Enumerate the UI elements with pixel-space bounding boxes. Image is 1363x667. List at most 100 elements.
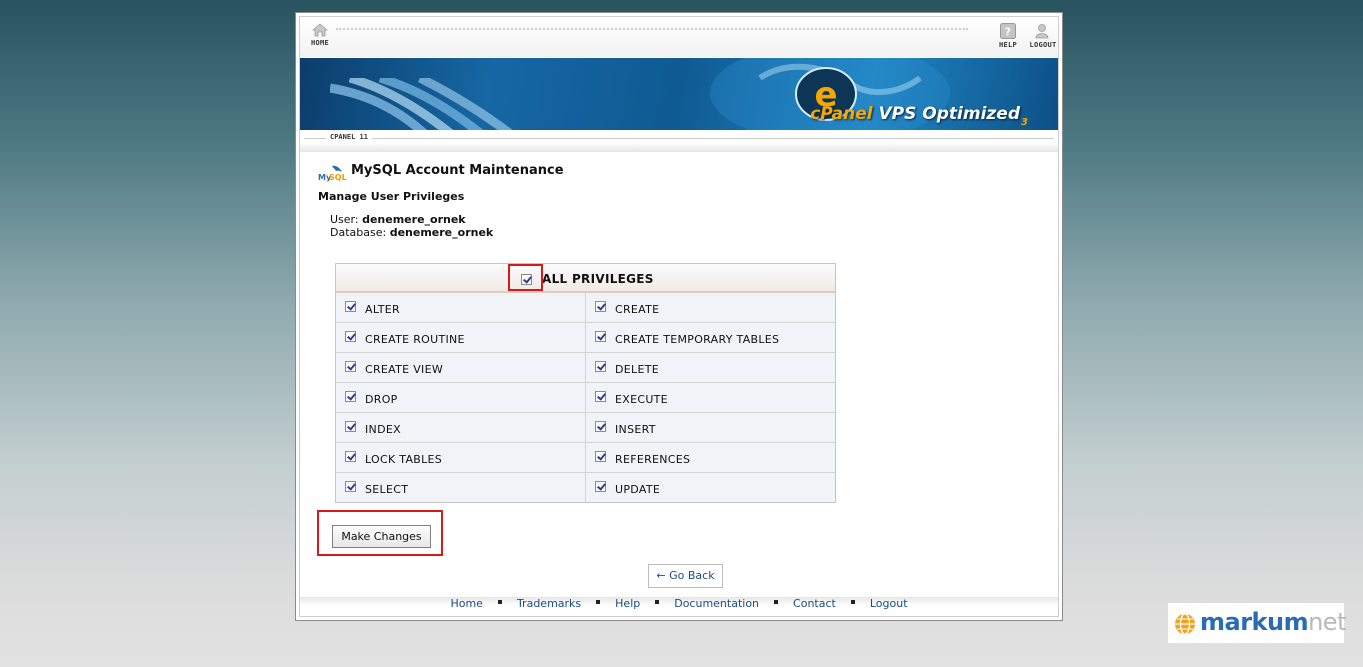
banner-product: cPanel VPS Optimized [810, 104, 1020, 124]
database-value: denemere_ornek [389, 226, 494, 239]
network-cables-graphic [330, 78, 513, 130]
page-subtitle: Manage User Privileges [318, 190, 465, 203]
svg-text:?: ? [1005, 26, 1011, 39]
privilege-checkbox[interactable] [595, 361, 606, 372]
privilege-checkbox[interactable] [595, 451, 606, 462]
privilege-row: INDEX INSERT [336, 412, 835, 442]
highlight-all-privileges [508, 264, 543, 291]
privilege-label: LOCK TABLES [365, 453, 443, 466]
privilege-label: CREATE VIEW [365, 363, 444, 376]
database-info: Database: denemere_ornek [330, 226, 493, 239]
footer-link-contact[interactable]: Contact [793, 597, 836, 610]
markum-brand: markum [1200, 608, 1309, 636]
footer-separator [850, 600, 855, 604]
footer-link-help[interactable]: Help [615, 597, 640, 610]
privilege-checkbox-wrap [595, 361, 606, 375]
privilege-checkbox[interactable] [595, 481, 606, 492]
user-label: User: [330, 213, 359, 226]
version-strip: CPANEL 11 [300, 130, 1058, 152]
nav-logout-label: LOGOUT [1029, 41, 1057, 49]
database-label: Database: [330, 226, 387, 239]
privilege-label: EXECUTE [615, 393, 668, 406]
privilege-cell: SELECT [336, 473, 585, 502]
svg-text:SQL: SQL [329, 173, 347, 182]
privilege-checkbox-wrap [345, 421, 356, 435]
privilege-checkbox-wrap [345, 331, 356, 345]
privilege-checkbox-wrap [595, 301, 606, 315]
cpanel-frame: HOME ? HELP LOGOUT e cPanel VPS Optimize… [299, 16, 1059, 617]
user-value: denemere_ornek [362, 213, 466, 226]
privilege-row: SELECT UPDATE [336, 472, 835, 502]
privilege-label: DROP [365, 393, 398, 406]
privilege-row: LOCK TABLES REFERENCES [336, 442, 835, 472]
privilege-cell: LOCK TABLES [336, 443, 585, 472]
footer-separator [596, 600, 601, 604]
privilege-cell: UPDATE [585, 473, 835, 502]
privilege-checkbox[interactable] [595, 301, 606, 312]
banner-product-name: VPS Optimized [878, 104, 1021, 124]
cpanel-banner: e cPanel VPS Optimized 3 [300, 58, 1058, 130]
privilege-checkbox-wrap [345, 361, 356, 375]
privilege-checkbox-wrap [345, 451, 356, 465]
privilege-checkbox[interactable] [595, 331, 606, 342]
privilege-row: CREATE ROUTINE CREATE TEMPORARY TABLES [336, 322, 835, 352]
privilege-cell: CREATE TEMPORARY TABLES [585, 323, 835, 352]
privilege-checkbox-wrap [345, 301, 356, 315]
privilege-checkbox[interactable] [595, 421, 606, 432]
markumnet-wordmark: markumnet [1200, 608, 1346, 636]
nav-logout[interactable]: LOGOUT [1023, 23, 1058, 49]
privilege-label: UPDATE [615, 483, 661, 496]
privilege-checkbox[interactable] [345, 391, 356, 402]
privilege-cell: CREATE ROUTINE [336, 323, 585, 352]
footer-link-documentation[interactable]: Documentation [674, 597, 759, 610]
all-privileges-header: ALL PRIVILEGES [336, 264, 835, 293]
privilege-label: ALTER [365, 303, 400, 316]
privilege-label: CREATE TEMPORARY TABLES [615, 333, 780, 346]
globe-logo-icon [1175, 613, 1195, 635]
nav-home[interactable]: HOME [300, 23, 340, 47]
privilege-checkbox[interactable] [595, 391, 606, 402]
top-nav: HOME ? HELP LOGOUT [300, 17, 1058, 57]
make-changes-button[interactable]: Make Changes [332, 525, 431, 548]
privilege-checkbox-wrap [595, 331, 606, 345]
help-icon: ? [1000, 23, 1016, 39]
privilege-cell: INSERT [585, 413, 835, 442]
footer-link-home[interactable]: Home [450, 597, 482, 610]
privilege-checkbox[interactable] [345, 301, 356, 312]
version-label: CPANEL 11 [326, 133, 372, 141]
home-icon [312, 23, 328, 37]
privilege-cell: DROP [336, 383, 585, 412]
privilege-checkbox-wrap [595, 421, 606, 435]
privilege-checkbox[interactable] [345, 481, 356, 492]
footer-link-trademarks[interactable]: Trademarks [517, 597, 581, 610]
privilege-checkbox-wrap [345, 391, 356, 405]
version-divider [304, 138, 1054, 139]
footer-separator [774, 600, 779, 604]
privilege-checkbox-wrap [345, 481, 356, 495]
privilege-cell: INDEX [336, 413, 585, 442]
privilege-cell: DELETE [585, 353, 835, 382]
privilege-cell: EXECUTE [585, 383, 835, 412]
privilege-label: SELECT [365, 483, 409, 496]
privilege-label: CREATE [615, 303, 660, 316]
privilege-rows: ALTER CREATE CREATE ROUTINE CREATE TEMPORAR… [336, 293, 835, 502]
nav-dotted-divider [336, 28, 968, 30]
privilege-cell: CREATE VIEW [336, 353, 585, 382]
privilege-label: DELETE [615, 363, 659, 376]
privilege-checkbox[interactable] [345, 361, 356, 372]
mysql-dolphin-icon: My SQL [318, 165, 347, 182]
footer-link-logout[interactable]: Logout [870, 597, 908, 610]
privilege-checkbox[interactable] [345, 331, 356, 342]
privilege-checkbox[interactable] [345, 421, 356, 432]
nav-home-label: HOME [310, 39, 330, 47]
go-back-link[interactable]: ← Go Back [648, 564, 723, 588]
user-logout-icon [1035, 24, 1049, 39]
privilege-row: DROP EXECUTE [336, 382, 835, 412]
footer-separator [497, 600, 502, 604]
banner-brand: cPanel [810, 104, 873, 124]
privilege-checkbox-wrap [595, 391, 606, 405]
privilege-label: INSERT [615, 423, 656, 436]
markum-suffix: net [1308, 608, 1346, 636]
nav-help[interactable]: ? HELP [988, 23, 1028, 49]
privilege-checkbox[interactable] [345, 451, 356, 462]
